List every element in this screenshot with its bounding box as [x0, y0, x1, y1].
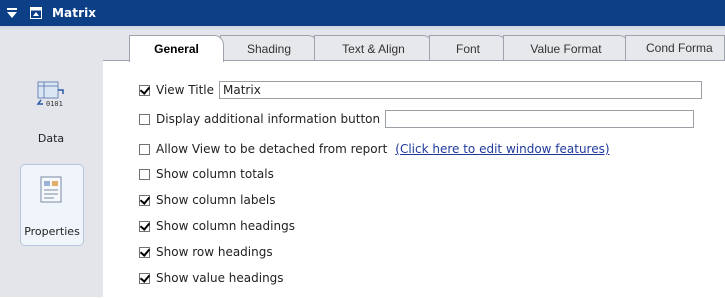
- collapse-menu-icon[interactable]: [5, 6, 19, 20]
- title-bar: Matrix: [0, 0, 725, 26]
- view-title-input[interactable]: [219, 81, 703, 99]
- sidebar-item-label: Data: [37, 132, 65, 145]
- properties-icon: [37, 175, 65, 208]
- sidebar-item-properties[interactable]: Properties: [20, 164, 84, 246]
- show-row-headings-checkbox[interactable]: [139, 246, 150, 258]
- tab-general[interactable]: General: [129, 35, 224, 62]
- show-column-labels-checkbox[interactable]: [139, 194, 150, 206]
- show-row-headings-label: Show row headings: [156, 245, 273, 259]
- view-title-row: View Title: [139, 81, 703, 99]
- show-column-labels-label: Show column labels: [156, 193, 276, 207]
- tab-value-format[interactable]: Value Format: [503, 35, 629, 61]
- allow-detach-label: Allow View to be detached from report: [156, 142, 388, 156]
- show-column-totals-checkbox[interactable]: [139, 168, 150, 180]
- tab-shading[interactable]: Shading: [220, 35, 318, 61]
- show-column-headings-label: Show column headings: [156, 219, 295, 233]
- tab-label: Shading: [246, 41, 292, 56]
- tab-label: General: [154, 42, 199, 56]
- show-value-headings-checkbox[interactable]: [139, 272, 150, 284]
- sidebar: 0101 Data Properties: [0, 32, 103, 297]
- tab-label: Value Format: [530, 41, 602, 56]
- display-info-input[interactable]: [385, 110, 695, 128]
- show-value-headings-row: Show value headings: [139, 269, 284, 287]
- show-column-headings-row: Show column headings: [139, 217, 295, 235]
- display-info-row: Display additional information button: [139, 110, 695, 128]
- data-icon: 0101: [36, 80, 66, 113]
- display-info-label: Display additional information button: [156, 112, 381, 126]
- show-column-totals-row: Show column totals: [139, 165, 274, 183]
- show-column-totals-label: Show column totals: [156, 167, 274, 181]
- tab-label: Cond Forma: [646, 41, 713, 55]
- show-column-headings-checkbox[interactable]: [139, 220, 150, 232]
- view-title-checkbox[interactable]: [139, 84, 150, 96]
- window-title: Matrix: [52, 6, 97, 20]
- view-title-label: View Title: [156, 83, 215, 97]
- show-row-headings-row: Show row headings: [139, 243, 273, 261]
- show-column-labels-row: Show column labels: [139, 191, 275, 209]
- display-info-checkbox[interactable]: [139, 113, 150, 125]
- svg-text:0101: 0101: [46, 100, 63, 108]
- tab-label: Font: [455, 41, 480, 56]
- edit-window-features-link[interactable]: (Click here to edit window features): [395, 142, 609, 156]
- tab-label: Text & Align: [342, 41, 405, 56]
- tab-cond-format[interactable]: Cond Forma: [625, 35, 725, 60]
- tab-font[interactable]: Font: [429, 35, 507, 61]
- window-restore-icon[interactable]: [29, 6, 43, 20]
- show-value-headings-label: Show value headings: [156, 271, 284, 285]
- sidebar-item-label: Properties: [24, 225, 80, 238]
- allow-detach-checkbox[interactable]: [139, 143, 150, 155]
- allow-detach-row: Allow View to be detached from report (C…: [139, 140, 610, 158]
- tab-text-align[interactable]: Text & Align: [314, 35, 433, 61]
- tab-strip: General Shading Text & Align Font Value …: [103, 32, 725, 62]
- sidebar-item-data[interactable]: 0101 Data: [20, 80, 82, 150]
